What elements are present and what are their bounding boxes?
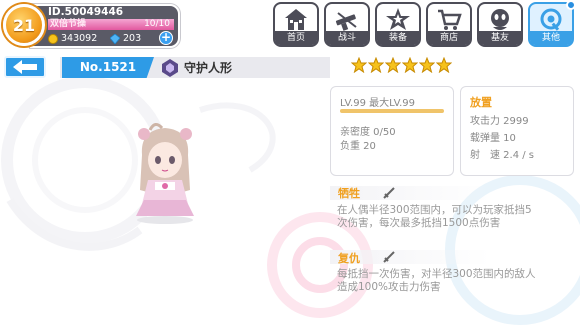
nav-settings-label: 其他 — [530, 31, 572, 45]
attack-stat: 攻击力 2999 — [470, 116, 529, 127]
coin-display: 343092 — [48, 33, 97, 44]
sword-icon — [383, 251, 395, 263]
nav-shop-button[interactable]: 商店 — [426, 2, 472, 47]
fire-rate-stat: 射 速 2.4 / s — [470, 150, 535, 161]
level-bar — [340, 109, 444, 113]
star-icon — [419, 57, 435, 73]
back-arrow-icon — [13, 60, 37, 74]
home-icon — [285, 9, 307, 30]
star-icon — [436, 57, 452, 73]
nav-settings-button[interactable]: 其他 — [528, 0, 576, 47]
load-text: 负重 20 — [340, 141, 376, 152]
player-panel: 21 ID.50049446 双倍节操 10/10 343092 203 + — [0, 0, 190, 52]
star-icon — [385, 57, 401, 73]
doll-type-icon — [162, 59, 178, 77]
exp-bar-track: 双倍节操 10/10 — [48, 19, 174, 30]
friends-icon — [491, 9, 509, 30]
nav-battle-label: 战斗 — [326, 31, 368, 45]
level-stats-panel: LV.99 最大LV.99 亲密度 0/50 负重 20 — [330, 86, 454, 176]
doll-number: No.1521 — [62, 57, 154, 78]
level-text: LV.99 最大LV.99 — [340, 98, 416, 109]
top-nav: 首页 战斗 装备 商店 基友 其他 — [273, 0, 576, 47]
settings-icon — [540, 8, 562, 31]
gem-amount: 203 — [123, 33, 142, 44]
rarity-stars — [351, 57, 452, 73]
skill-2-description: 每抵挡一次伤害，对半径300范围内的敌人造成100%攻击力伤害 — [337, 268, 536, 293]
nav-battle-button[interactable]: 战斗 — [324, 2, 370, 47]
coin-amount: 343092 — [61, 33, 98, 44]
player-id: ID.50049446 — [48, 6, 124, 18]
player-level-badge[interactable]: 21 — [3, 4, 45, 46]
nav-equipment-label: 装备 — [377, 31, 419, 45]
skill-2-title: 复仇 — [338, 252, 360, 265]
nav-equipment-button[interactable]: 装备 — [375, 2, 421, 47]
ammo-stat: 载弹量 10 — [470, 133, 516, 144]
gem-display: 203 — [110, 33, 141, 44]
gem-icon — [110, 33, 120, 44]
exp-value: 10/10 — [144, 19, 170, 29]
sword-icon — [383, 187, 395, 199]
nav-friends-button[interactable]: 基友 — [477, 2, 523, 47]
exp-label: 双倍节操 — [50, 19, 87, 29]
coin-icon — [48, 33, 58, 44]
doll-character-sprite — [136, 123, 194, 224]
notification-dot — [566, 0, 576, 10]
slot-label: 放置 — [470, 96, 492, 109]
battle-icon — [335, 12, 357, 31]
nav-shop-label: 商店 — [428, 31, 470, 45]
equipment-icon — [386, 8, 410, 30]
star-icon — [402, 57, 418, 73]
nav-friends-label: 基友 — [479, 31, 521, 45]
doll-name: 守护人形 — [184, 61, 233, 75]
skill-1-description: 在人偶半径300范围内，可以为玩家抵挡5次伤害，每次最多抵挡1500点伤害 — [337, 204, 532, 229]
shop-icon — [438, 9, 462, 30]
combat-stats-panel: 放置 攻击力 2999 载弹量 10 射 速 2.4 / s — [460, 86, 574, 176]
star-icon — [351, 57, 367, 73]
add-currency-button[interactable]: + — [159, 31, 173, 45]
star-icon — [368, 57, 384, 73]
affection-text: 亲密度 0/50 — [340, 127, 396, 138]
nav-home-button[interactable]: 首页 — [273, 2, 319, 47]
nav-home-label: 首页 — [275, 31, 317, 45]
back-button[interactable] — [4, 56, 46, 78]
skill-1-title: 牺牲 — [338, 187, 360, 200]
